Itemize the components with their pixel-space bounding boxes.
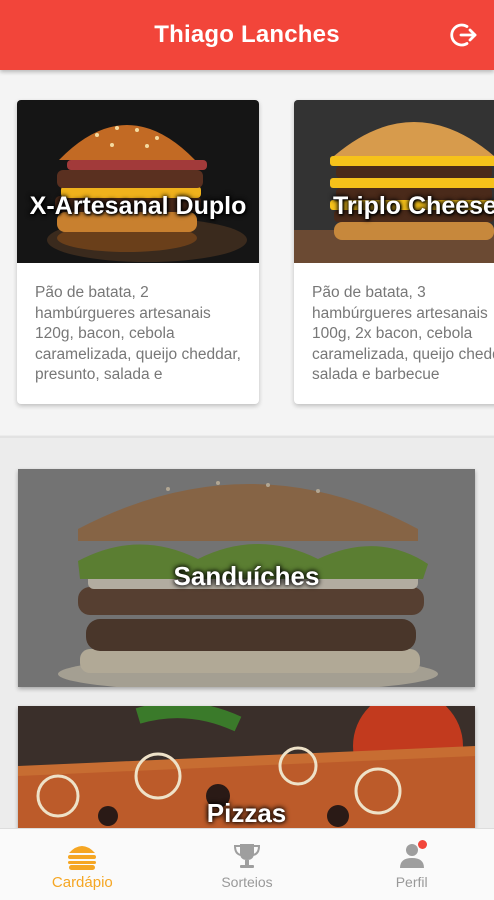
featured-card[interactable]: Triplo Cheese Pão de batata, 3 hambúrgue… xyxy=(294,100,494,404)
featured-description: Pão de batata, 3 hambúrgueres artesanais… xyxy=(312,284,494,383)
category-name: Pizzas xyxy=(206,798,287,828)
section-divider xyxy=(0,436,494,438)
nav-label: Perfil xyxy=(395,874,428,890)
featured-image: X-Artesanal Duplo xyxy=(17,100,259,263)
notification-badge xyxy=(417,840,427,849)
bottom-navigation: Cardápio Sorteios Perfil xyxy=(0,828,494,900)
nav-label: Sorteios xyxy=(221,874,273,890)
nav-label: Cardápio xyxy=(51,874,113,891)
trophy-icon xyxy=(233,844,261,868)
featured-carousel[interactable]: X-Artesanal Duplo Pão de batata, 2 hambú… xyxy=(0,70,494,435)
logout-icon xyxy=(450,23,477,47)
nav-item-cardapio[interactable]: Cardápio xyxy=(0,829,165,900)
category-card-sanduiches[interactable]: Sanduíches xyxy=(18,469,475,687)
featured-image: Triplo Cheese xyxy=(294,100,494,263)
app-title: Thiago Lanches xyxy=(154,21,340,48)
nav-item-perfil[interactable]: Perfil xyxy=(329,829,494,900)
featured-card[interactable]: X-Artesanal Duplo Pão de batata, 2 hambú… xyxy=(17,100,259,404)
app-bar: Thiago Lanches xyxy=(0,0,494,70)
featured-name: X-Artesanal Duplo xyxy=(29,192,247,220)
featured-description: Pão de batata, 2 hambúrgueres artesanais… xyxy=(35,284,241,383)
category-name: Sanduíches xyxy=(173,561,320,591)
nav-item-sorteios[interactable]: Sorteios xyxy=(165,829,330,900)
featured-name: Triplo Cheese xyxy=(333,192,494,220)
burger-icon xyxy=(68,846,97,870)
logout-button[interactable] xyxy=(450,21,478,49)
